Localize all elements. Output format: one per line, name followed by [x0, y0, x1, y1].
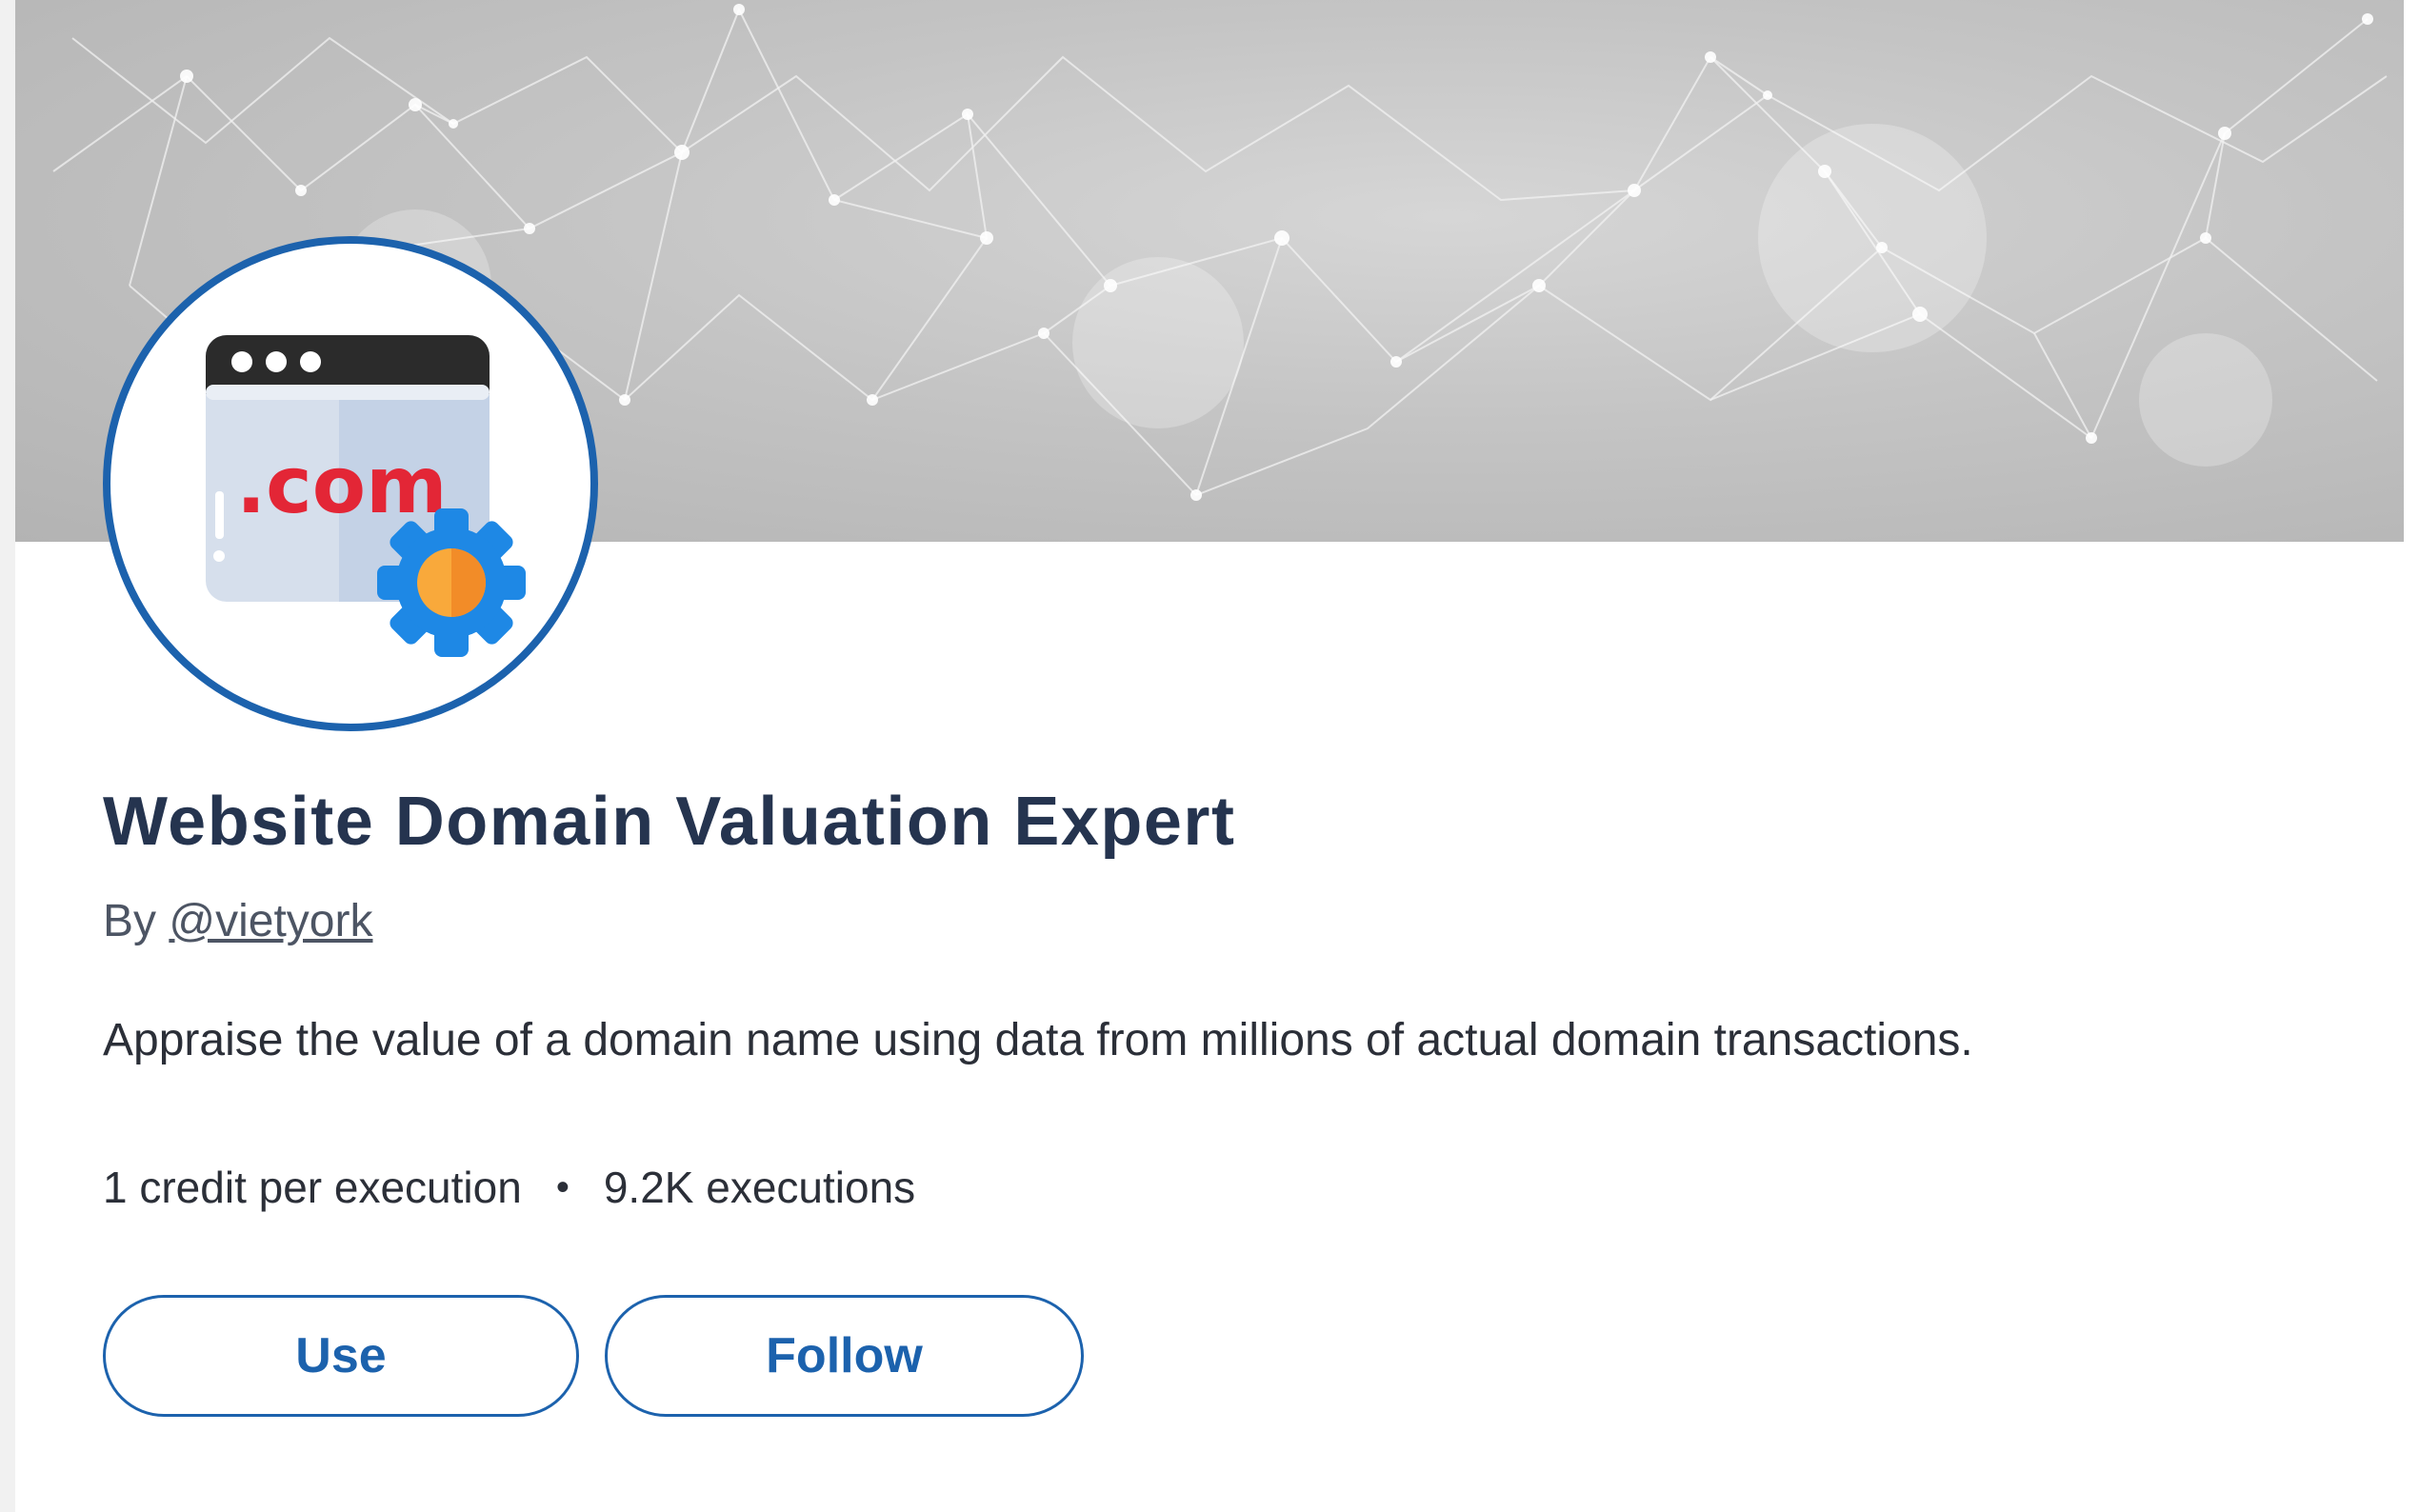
left-page-strip — [0, 0, 15, 1512]
credit-cost: 1 credit per execution — [103, 1163, 522, 1212]
usage-stats: 1 credit per execution • 9.2K executions — [103, 1162, 915, 1213]
stats-separator: • — [555, 1165, 570, 1208]
domain-gear-icon: .com — [206, 335, 526, 657]
agent-avatar: .com — [103, 236, 598, 731]
author-byline: By @vietyork — [103, 895, 372, 947]
agent-profile-card: .com Website Domain Valuation Expert By … — [15, 0, 2404, 1512]
use-button[interactable]: Use — [103, 1295, 579, 1417]
agent-title: Website Domain Valuation Expert — [103, 784, 1236, 860]
agent-description: Appraise the value of a domain name usin… — [103, 1015, 1973, 1065]
svg-text:.com: .com — [236, 441, 448, 531]
follow-button[interactable]: Follow — [605, 1295, 1084, 1417]
execution-count: 9.2K executions — [603, 1163, 916, 1212]
byline-prefix: By — [103, 896, 157, 946]
author-link[interactable]: @vietyork — [169, 896, 372, 946]
